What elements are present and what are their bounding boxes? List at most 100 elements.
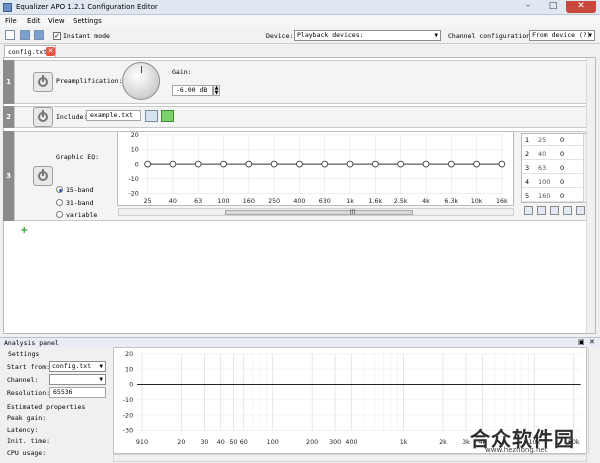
save-icon[interactable] (34, 30, 44, 40)
eq-band-handle (321, 160, 329, 168)
table-row[interactable]: 1 25 0 (522, 134, 583, 146)
scroll-grip: ||| (350, 209, 356, 215)
menu-file[interactable]: File (5, 17, 17, 25)
eq-x-tick-label: 160 (243, 198, 255, 205)
power-toggle-icon[interactable] (33, 107, 53, 127)
eq-x-tick-label: 250 (268, 198, 280, 205)
analysis-x-tick-label: 20 (177, 438, 185, 446)
radio-31-band[interactable] (56, 199, 63, 206)
reset-icon[interactable] (563, 206, 572, 215)
band-gain: 0 (560, 136, 565, 144)
menu-edit[interactable]: Edit (27, 17, 41, 25)
invert-icon[interactable] (550, 206, 559, 215)
table-row[interactable]: 4 100 0 (522, 176, 583, 188)
power-stem (42, 169, 44, 176)
power-toggle-icon[interactable] (33, 166, 53, 186)
analysis-x-tick-label: 300 (329, 438, 341, 446)
eq-y-tick-label: 0 (135, 161, 139, 168)
gain-knob[interactable] (122, 62, 160, 100)
open-file-icon[interactable] (20, 30, 30, 40)
table-row[interactable]: 5 160 0 (522, 190, 583, 202)
save-preset-icon[interactable] (537, 206, 546, 215)
analysis-y-tick-label: -10 (123, 396, 133, 404)
eq-x-tick-label: 40 (169, 198, 177, 205)
eq-band-handle (220, 160, 227, 168)
device-value: Playback devices: (297, 31, 364, 39)
analysis-vertical-scrollbar[interactable] (588, 347, 597, 454)
start-from-select[interactable]: config.txt ▼ (49, 361, 106, 372)
eq-y-tick-label: -20 (129, 190, 139, 197)
chevron-down-icon: ▼ (588, 32, 592, 39)
instant-mode-label: Instant mode (63, 32, 110, 40)
band-frequency: 63 (538, 164, 547, 172)
graphic-eq-label: Graphic EQ: (56, 153, 100, 161)
menu-settings[interactable]: Settings (73, 17, 102, 25)
channel-config-select[interactable]: From device (?) ▼ (529, 30, 595, 41)
analysis-x-tick-label: 50 (229, 438, 237, 446)
band-gain: 0 (560, 150, 565, 158)
radio-15-band[interactable] (56, 186, 63, 193)
go-to-include-icon[interactable] (161, 110, 174, 122)
eq-band-handle (498, 160, 506, 168)
chevron-down-icon: ▼ (434, 32, 438, 39)
menu-view[interactable]: View (48, 17, 65, 25)
normalize-icon[interactable] (576, 206, 585, 215)
analysis-y-tick-label: -20 (123, 411, 133, 419)
tab-config[interactable]: config.txt ✕ (4, 45, 56, 57)
graphic-eq-plot[interactable]: 20100-10-2025 40 63 100 160 250 400 630 1k 1.6k 2.… (117, 131, 514, 206)
import-icon[interactable] (524, 206, 533, 215)
filter-index-1: 1 (3, 60, 14, 104)
cpu-usage-label: CPU usage: (7, 449, 47, 457)
scroll-thumb[interactable] (225, 210, 413, 215)
main-vertical-scrollbar[interactable] (586, 58, 595, 333)
radio-15-band-label: 15-band (66, 186, 94, 194)
gain-spinner[interactable]: ▲ ▼ (213, 85, 220, 96)
analysis-x-tick-label: 3k (462, 438, 470, 446)
eq-x-tick-label: 25 (144, 198, 152, 205)
eq-x-tick-label: 4k (422, 198, 430, 205)
menu-bar: File Edit View Settings (0, 15, 600, 27)
eq-y-tick-label: 20 (131, 132, 139, 139)
analysis-x-tick-label: 100 (267, 438, 279, 446)
open-include-icon[interactable] (145, 110, 158, 122)
radio-variable-label: variable (66, 211, 98, 219)
toolbar: ✓ Instant mode Device: Playback devices:… (0, 27, 600, 44)
knob-indicator (141, 66, 142, 73)
start-from-label: Start from: (7, 363, 51, 371)
filter-index-2: 2 (3, 106, 14, 128)
eq-x-tick-label: 16k (496, 198, 508, 205)
float-panel-icon[interactable]: ▣ (578, 338, 585, 346)
analysis-x-tick-label: 2k (439, 438, 447, 446)
channel-select[interactable]: ▼ (49, 374, 106, 385)
close-panel-icon[interactable]: ✕ (589, 338, 595, 346)
app-icon (3, 3, 12, 12)
table-row[interactable]: 3 63 0 (522, 162, 583, 174)
close-button[interactable]: ✕ (566, 1, 596, 13)
add-filter-icon[interactable]: + (20, 226, 28, 236)
close-tab-icon[interactable]: ✕ (46, 47, 55, 56)
gain-input[interactable]: -6.00 dB (172, 85, 213, 96)
include-file-input[interactable]: example.txt (86, 110, 141, 121)
analysis-horizontal-scrollbar[interactable] (113, 454, 587, 462)
filter-index-3: 3 (3, 131, 14, 221)
eq-x-tick-label: 1.6k (369, 198, 383, 205)
table-row[interactable]: 2 40 0 (522, 148, 583, 160)
device-select[interactable]: Playback devices: ▼ (294, 30, 441, 41)
band-table: 1 25 0 2 40 0 3 63 0 4 100 0 5 160 0 (521, 133, 590, 203)
new-file-icon[interactable] (5, 30, 15, 40)
latency-label: Latency: (7, 426, 39, 434)
radio-variable[interactable] (56, 211, 63, 218)
resolution-input[interactable]: 65536 (49, 387, 106, 398)
eq-horizontal-scrollbar[interactable]: ||| (118, 208, 514, 216)
eq-band-handle (296, 160, 303, 168)
instant-mode-checkbox[interactable]: ✓ (53, 32, 61, 40)
eq-x-tick-label: 400 (293, 198, 305, 205)
analysis-x-tick-label: 400 (345, 438, 357, 446)
minimize-button[interactable]: – (516, 1, 540, 13)
analysis-y-tick-label: 0 (129, 381, 133, 389)
maximize-button[interactable]: □ (541, 1, 565, 13)
peak-gain-label: Peak gain: (7, 414, 47, 422)
power-toggle-icon[interactable] (33, 72, 53, 92)
eq-band-handle (270, 160, 278, 168)
resolution-label: Resolution: (7, 389, 51, 397)
